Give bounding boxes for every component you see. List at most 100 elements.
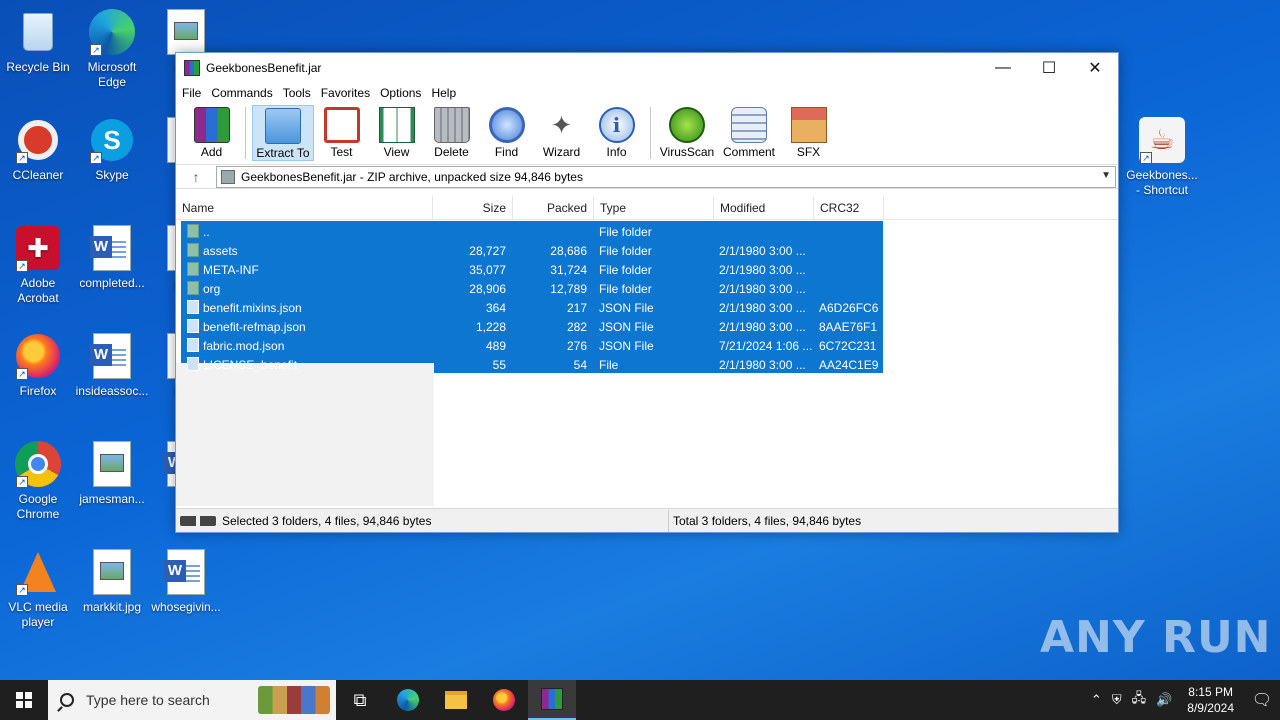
menu-favorites[interactable]: Favorites (316, 86, 375, 100)
search-box[interactable]: Type here to search (48, 680, 336, 720)
cell-packed: 31,724 (550, 262, 587, 277)
desktop-icon-label: Google Chrome (16, 492, 60, 521)
cell-size: 364 (485, 300, 506, 315)
desktop-icon-recycle-bin[interactable]: Recycle Bin (0, 8, 76, 75)
file-row[interactable]: META-INF 35,077 31,724 File folder 2/1/1980 … (181, 260, 883, 279)
word-document-icon: W (88, 332, 136, 380)
cell-size: 28,906 (469, 281, 506, 296)
file-row[interactable]: .. File folder (181, 222, 883, 241)
file-list: Name Size Packed Type Modified CRC32 .. F… (176, 196, 1118, 508)
desktop-icon-ccleaner[interactable]: ↗ CCleaner (0, 116, 76, 183)
edge-taskbar-icon[interactable] (384, 680, 432, 720)
volume-icon[interactable]: 🔊 (1151, 692, 1177, 708)
menu-commands[interactable]: Commands (206, 86, 277, 100)
column-modified[interactable]: Modified (714, 196, 814, 220)
chevron-up-icon[interactable]: ⌃ (1086, 692, 1107, 708)
close-button[interactable]: ✕ (1072, 53, 1118, 83)
find-button[interactable]: Find (479, 105, 534, 161)
up-arrow-icon[interactable]: ↑ (176, 169, 216, 185)
file-row[interactable]: fabric.mod.json 489 276 JSON File 7/21/2024 … (181, 336, 883, 355)
cell-name: .. (181, 224, 432, 239)
address-field[interactable]: GeekbonesBenefit.jar - ZIP archive, unpa… (216, 165, 1116, 188)
desktop-icon-jamesman[interactable]: jamesman... (74, 440, 150, 507)
chevron-down-icon[interactable]: ▼ (1101, 170, 1111, 181)
desktop-icon-vlc[interactable]: ↗ VLC media player (0, 548, 76, 630)
maximize-button[interactable]: ☐ (1026, 53, 1072, 83)
firefox-taskbar-icon[interactable] (480, 680, 528, 720)
start-button[interactable] (0, 680, 48, 720)
file-row[interactable]: LICENSE_benefit 55 54 File 2/1/1980 3:00 ...… (181, 355, 883, 374)
desktop-icon-geekbones-shortcut[interactable]: ☕ ↗ Geekbones... - Shortcut (1124, 116, 1200, 198)
view-button[interactable]: View (369, 105, 424, 161)
cell-crc: AA24C1E9 (819, 357, 879, 372)
file-row[interactable]: assets 28,727 28,686 File folder 2/1/1980 3:… (181, 241, 883, 260)
column-crc32[interactable]: CRC32 (814, 196, 884, 220)
notification-icon[interactable]: 🗨 (1244, 690, 1280, 710)
cell-type: File (599, 357, 619, 372)
clock[interactable]: 8:15 PM 8/9/2024 (1177, 684, 1244, 716)
menu-file[interactable]: File (177, 86, 206, 100)
menu-options[interactable]: Options (375, 86, 426, 100)
menu-help[interactable]: Help (426, 86, 461, 100)
folder-icon (187, 224, 199, 238)
file-row[interactable]: benefit-refmap.json 1,228 282 JSON File 2/1/… (181, 317, 883, 336)
desktop-icon-edge[interactable]: ↗ Microsoft Edge (74, 8, 150, 90)
desktop-icon-insideassoc[interactable]: W insideassoc... (74, 332, 150, 399)
file-explorer-icon[interactable] (432, 680, 480, 720)
desktop-icon-label: Adobe Acrobat (17, 276, 59, 305)
security-icon[interactable]: ⛨ (1107, 692, 1127, 708)
cell-name: META-INF (181, 262, 432, 277)
network-icon[interactable]: 🖧 (1127, 689, 1152, 711)
cell-modified: 2/1/1980 3:00 ... (719, 262, 806, 277)
winrar-taskbar-icon[interactable] (528, 680, 576, 720)
file-name: assets (203, 244, 238, 258)
desktop-icon-completed[interactable]: W completed... (74, 224, 150, 291)
desktop-icon-label: Firefox (19, 384, 57, 398)
edge-icon: ↗ (88, 8, 136, 56)
cell-packed: 12,789 (550, 281, 587, 296)
desktop-icon-adobe-acrobat[interactable]: ✚ ↗ Adobe Acrobat (0, 224, 76, 306)
title-bar[interactable]: GeekbonesBenefit.jar — ☐ ✕ (176, 53, 1118, 83)
file-name: META-INF (203, 263, 259, 277)
desktop-icon-label: jamesman... (79, 492, 145, 506)
task-view-icon[interactable]: ⧉ (336, 680, 384, 720)
test-button[interactable]: Test (314, 105, 369, 161)
info-button[interactable]: i Info (589, 105, 644, 161)
file-row[interactable]: benefit.mixins.json 364 217 JSON File 2/1/19… (181, 298, 883, 317)
cell-size: 1,228 (475, 319, 506, 334)
cell-type: File folder (599, 243, 652, 258)
cell-packed: 276 (566, 338, 587, 353)
desktop-icon-whosegivin[interactable]: W whosegivin... (148, 548, 224, 615)
column-packed[interactable]: Packed (513, 196, 594, 220)
clock-date: 8/9/2024 (1187, 701, 1234, 715)
file-name: benefit.mixins.json (203, 301, 302, 315)
drive-icon[interactable] (180, 515, 216, 526)
extract-to-button[interactable]: Extract To (252, 105, 314, 161)
desktop-icon-markkit[interactable]: markkit.jpg (74, 548, 150, 615)
menu-tools[interactable]: Tools (278, 86, 316, 100)
desktop-icon-skype[interactable]: S ↗ Skype (74, 116, 150, 183)
column-name[interactable]: Name (176, 196, 433, 220)
cell-type: JSON File (599, 319, 654, 334)
cell-type: File folder (599, 262, 652, 277)
cell-type: File folder (599, 281, 652, 296)
sfx-box-icon (790, 107, 827, 143)
sfx-button[interactable]: SFX (781, 105, 836, 161)
file-row[interactable]: org 28,906 12,789 File folder 2/1/1980 3:00 … (181, 279, 883, 298)
taskbar: Type here to search ⧉ ⌃ ⛨ 🖧 🔊 8:15 PM 8/… (0, 680, 1280, 720)
image-file-icon (88, 440, 136, 488)
desktop-icon-chrome[interactable]: ↗ Google Chrome (0, 440, 76, 522)
minimize-button[interactable]: — (980, 53, 1026, 83)
wizard-button[interactable]: ✦ Wizard (534, 105, 589, 161)
java-icon: ☕ ↗ (1138, 116, 1186, 164)
cell-type: JSON File (599, 338, 654, 353)
acrobat-icon: ✚ ↗ (14, 224, 62, 272)
system-tray: ⌃ ⛨ 🖧 🔊 8:15 PM 8/9/2024 🗨 (1086, 680, 1280, 720)
desktop-icon-firefox[interactable]: ↗ Firefox (0, 332, 76, 399)
add-button[interactable]: Add (184, 105, 239, 161)
column-type[interactable]: Type (594, 196, 714, 220)
delete-button[interactable]: Delete (424, 105, 479, 161)
comment-button[interactable]: Comment (717, 105, 781, 161)
virusscan-button[interactable]: VirusScan (657, 105, 717, 161)
column-size[interactable]: Size (433, 196, 513, 220)
